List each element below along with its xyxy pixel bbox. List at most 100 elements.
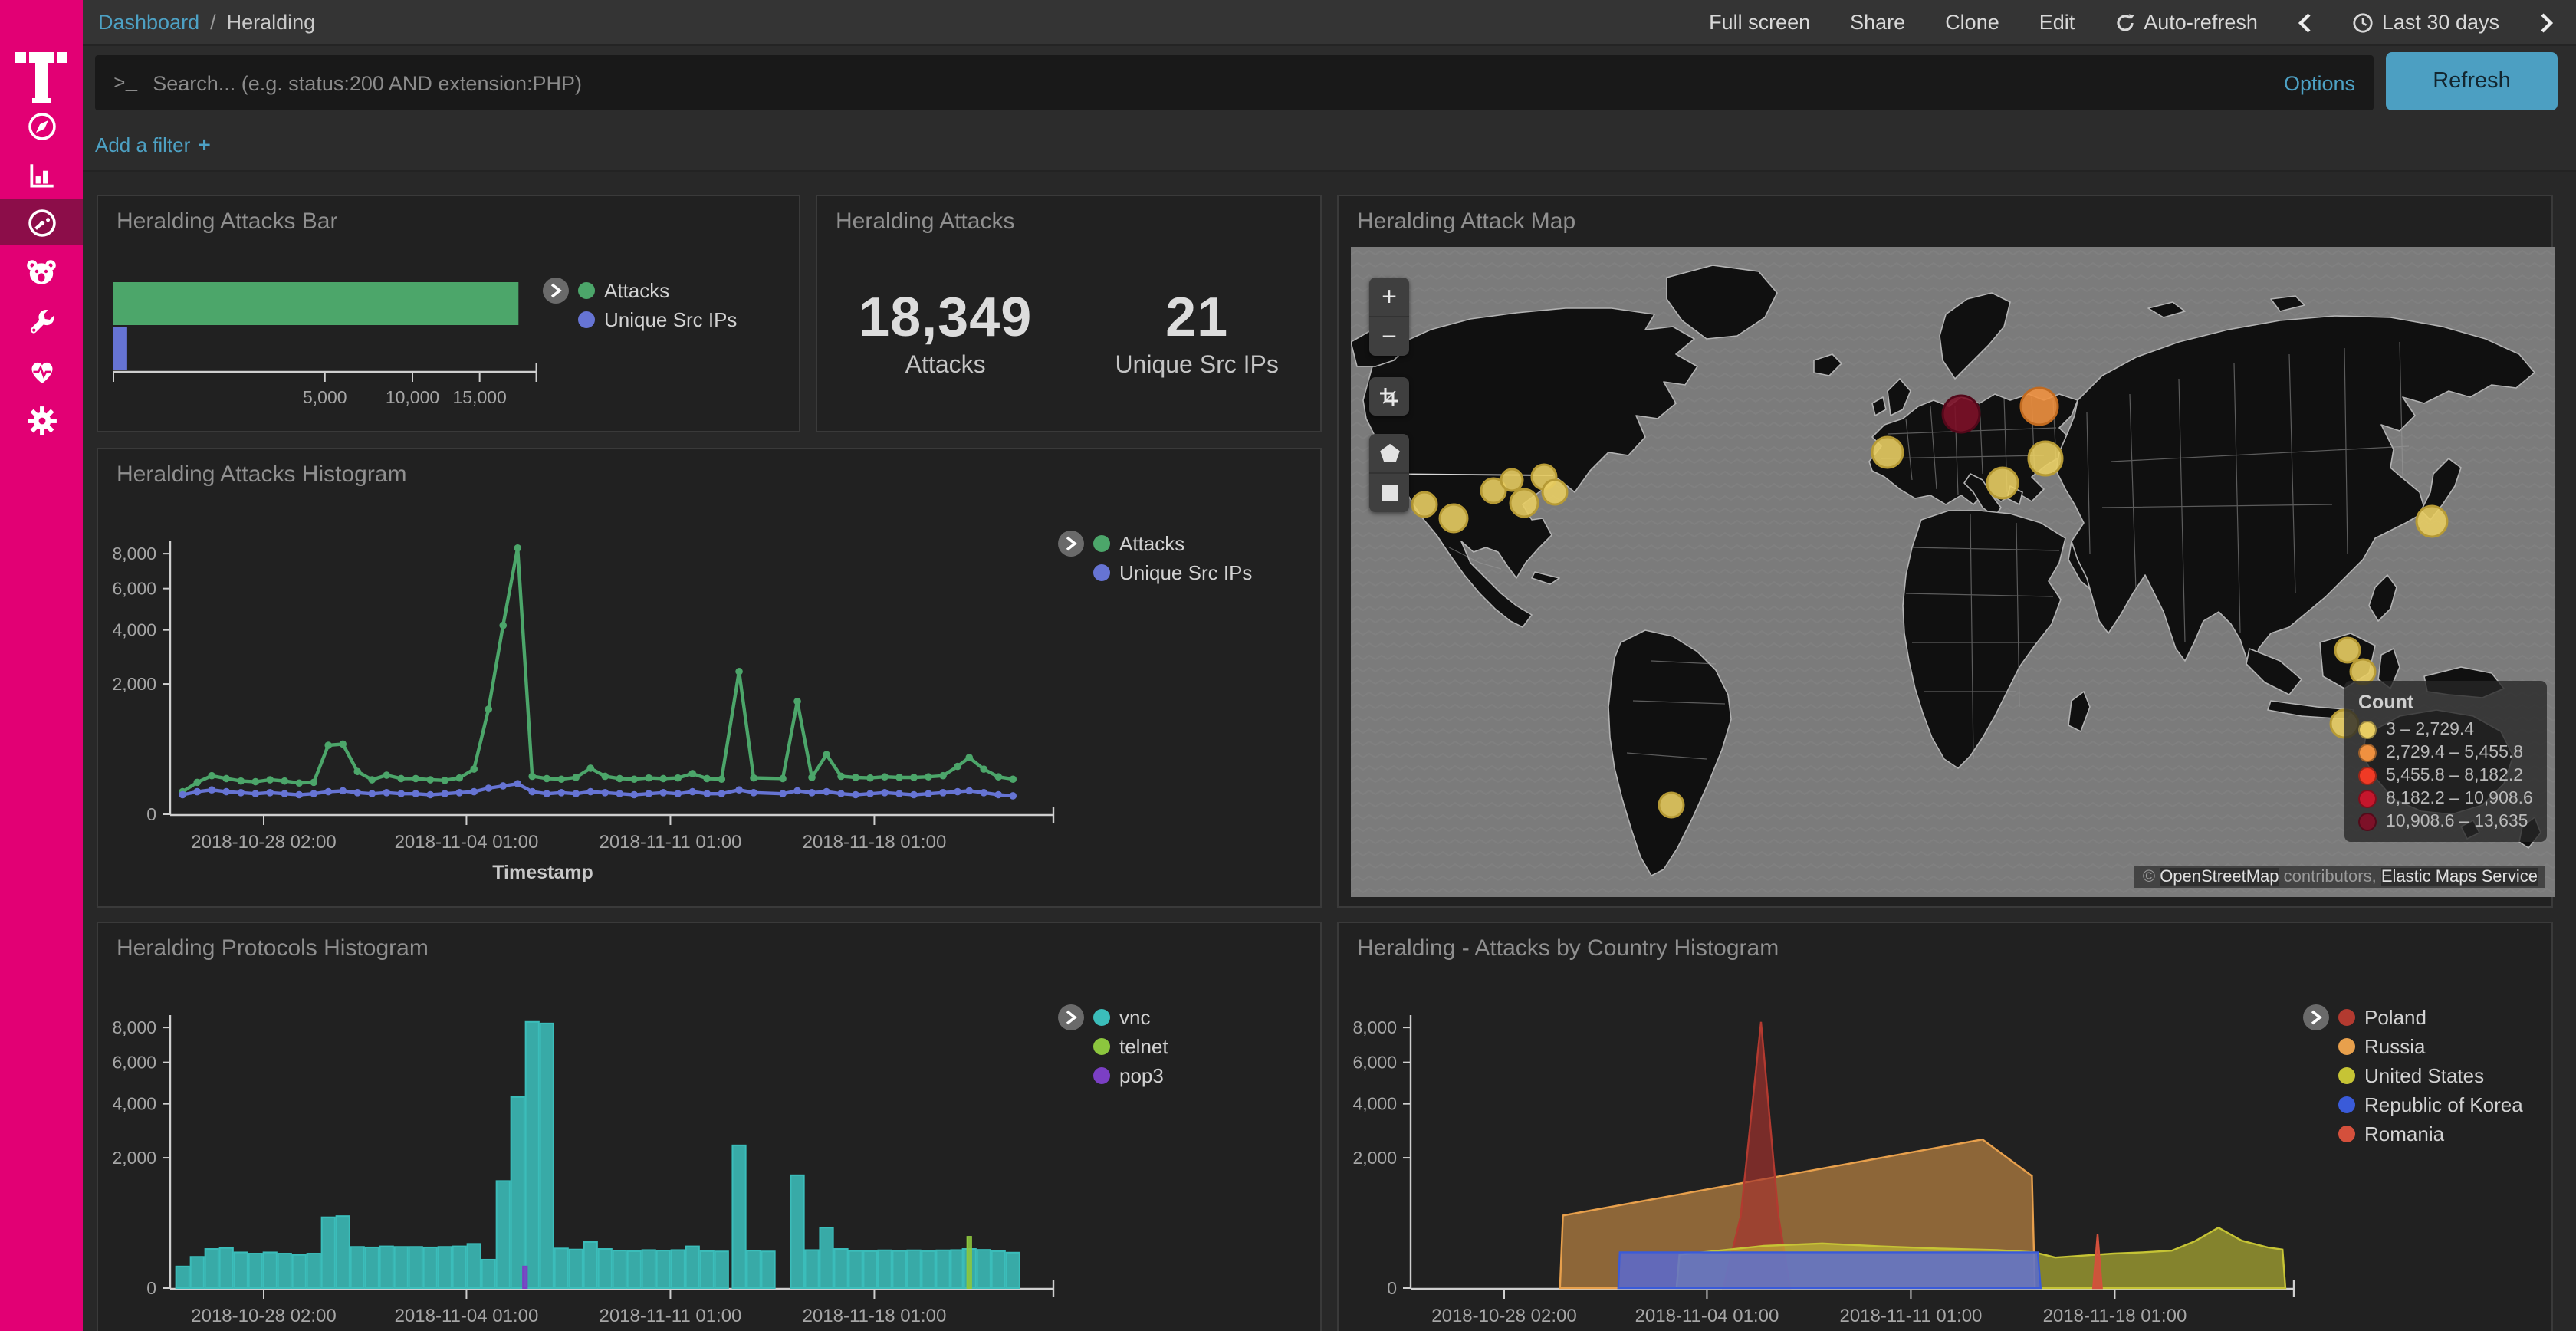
refresh-button[interactable]: Refresh <box>2386 52 2558 110</box>
time-range-picker[interactable]: Last 30 days <box>2353 11 2499 34</box>
map-legend-label: 8,182.2 – 10,908.6 <box>2386 790 2533 808</box>
legend-item[interactable]: Romania <box>2338 1122 2523 1145</box>
sidebar-item-management[interactable] <box>0 396 83 445</box>
map-legend-color-dot <box>2358 721 2377 739</box>
legend-label: Attacks <box>1119 532 1184 555</box>
sidebar-item-monitoring[interactable] <box>0 347 83 396</box>
attack-marker[interactable] <box>1440 504 1467 532</box>
edit-button[interactable]: Edit <box>2039 11 2075 34</box>
legend-item[interactable]: Attacks <box>578 279 737 302</box>
attack-marker[interactable] <box>2029 442 2062 475</box>
attacks-histogram-chart[interactable]: 02,0004,0006,0008,0002018-10-28 02:00201… <box>98 449 1320 906</box>
attack-marker[interactable] <box>1412 492 1437 517</box>
legend-item[interactable]: pop3 <box>1093 1064 1168 1087</box>
legend-color-dot <box>1093 1009 1110 1026</box>
legend-item[interactable]: Russia <box>2338 1035 2523 1058</box>
map-attribution: © OpenStreetMap contributors, Elastic Ma… <box>2135 866 2545 888</box>
attack-marker[interactable] <box>1543 480 1567 504</box>
panel-country-histogram: Heralding - Attacks by Country Histogram… <box>1337 922 2553 1331</box>
breadcrumb-separator: / <box>210 11 216 34</box>
legend-toggle-button[interactable] <box>543 278 569 304</box>
legend-color-dot <box>2338 1038 2355 1055</box>
sidebar-item-devtools[interactable] <box>0 297 83 347</box>
legend-toggle-button[interactable] <box>2303 1004 2329 1030</box>
elastic-maps-link[interactable]: Elastic Maps Service <box>2381 868 2538 886</box>
breadcrumb-dashboard-link[interactable]: Dashboard <box>98 11 199 34</box>
attack-marker[interactable] <box>1510 489 1538 517</box>
legend-item[interactable]: Attacks <box>1093 532 1252 555</box>
time-back-button[interactable] <box>2298 12 2313 33</box>
legend: Attacks Unique Src IPs <box>1058 532 1252 584</box>
svg-text:2018-10-28 02:00: 2018-10-28 02:00 <box>1431 1306 1577 1326</box>
share-button[interactable]: Share <box>1850 11 1905 34</box>
attack-marker[interactable] <box>1659 793 1684 817</box>
map-legend-color-dot <box>2358 767 2377 785</box>
sidebar-item-discover[interactable] <box>0 101 83 150</box>
time-forward-button[interactable] <box>2539 12 2555 33</box>
svg-text:2018-11-18 01:00: 2018-11-18 01:00 <box>803 1306 947 1326</box>
sidebar-item-dashboard[interactable] <box>0 199 83 245</box>
legend: Attacks Unique Src IPs <box>543 279 737 331</box>
sidebar-item-tpot[interactable] <box>0 248 83 297</box>
legend-color-dot <box>2338 1126 2355 1142</box>
protocols-histogram-chart[interactable]: 02,0004,0006,0008,0002018-10-28 02:00201… <box>98 923 1320 1331</box>
attack-marker[interactable] <box>1501 469 1523 491</box>
legend-color-dot <box>1093 1067 1110 1084</box>
search-input[interactable]: >_ Search... (e.g. status:200 AND extens… <box>95 55 2374 110</box>
chevron-left-icon <box>2298 12 2313 33</box>
map-draw-controls <box>1369 434 1409 512</box>
legend-label: Russia <box>2364 1035 2426 1058</box>
world-map[interactable]: + − Count <box>1351 247 2555 897</box>
legend-toggle-button[interactable] <box>1058 1004 1084 1030</box>
compass-icon <box>25 110 58 142</box>
legend-label: pop3 <box>1119 1064 1164 1087</box>
svg-text:2018-10-28 02:00: 2018-10-28 02:00 <box>191 1306 337 1326</box>
legend-item[interactable]: Unique Src IPs <box>1093 561 1252 584</box>
panel-title: Heralding Protocols Histogram <box>117 935 429 961</box>
add-filter-link[interactable]: Add a filter+ <box>95 132 211 156</box>
zoom-out-button[interactable]: − <box>1369 317 1409 356</box>
attack-marker[interactable] <box>1943 396 1980 432</box>
legend-item[interactable]: Republic of Korea <box>2338 1093 2523 1116</box>
svg-text:2018-11-04 01:00: 2018-11-04 01:00 <box>395 1306 539 1326</box>
draw-polygon-button[interactable] <box>1369 434 1409 474</box>
attack-marker[interactable] <box>1987 468 2018 498</box>
attack-marker[interactable] <box>2335 638 2360 662</box>
svg-text:4,000: 4,000 <box>112 620 156 640</box>
legend-item[interactable]: Poland <box>2338 1006 2523 1029</box>
chevron-right-icon <box>2539 12 2555 33</box>
heartbeat-icon <box>25 355 58 387</box>
legend-item[interactable]: United States <box>2338 1064 2523 1087</box>
terminal-prompt-icon: >_ <box>113 71 137 94</box>
auto-refresh-button[interactable]: Auto-refresh <box>2114 11 2258 34</box>
zoom-in-button[interactable]: + <box>1369 278 1409 317</box>
legend: Poland Russia United States Republic of Kor… <box>2303 1006 2523 1145</box>
crop-bounds-button[interactable] <box>1369 377 1409 416</box>
legend-item[interactable]: telnet <box>1093 1035 1168 1058</box>
legend-item[interactable]: Unique Src IPs <box>578 308 737 331</box>
metric-label: Attacks <box>859 353 1032 380</box>
sidebar-item-visualize[interactable] <box>0 150 83 199</box>
metric-value: 18,349 <box>859 285 1032 350</box>
svg-text:2018-11-11 01:00: 2018-11-11 01:00 <box>1839 1306 1982 1326</box>
draw-rectangle-button[interactable] <box>1369 474 1409 512</box>
attacks-bar-chart[interactable]: 5,00010,00015,000 <box>104 227 564 426</box>
svg-text:15,000: 15,000 <box>452 387 506 407</box>
svg-text:2018-11-04 01:00: 2018-11-04 01:00 <box>1635 1306 1779 1326</box>
options-link[interactable]: Options <box>2284 71 2355 94</box>
top-navbar: Dashboard / Heralding Full screen Share … <box>83 0 2576 46</box>
map-legend-color-dot <box>2358 813 2377 831</box>
legend-toggle-button[interactable] <box>1058 531 1084 557</box>
attack-marker[interactable] <box>1872 437 1903 468</box>
panel-attacks-bar: Heralding Attacks Bar 5,00010,00015,000 … <box>97 195 800 432</box>
map-legend-color-dot <box>2358 790 2377 808</box>
map-legend-item: 5,455.8 – 8,182.2 <box>2358 767 2533 785</box>
legend-item[interactable]: vnc <box>1093 1006 1168 1029</box>
clone-button[interactable]: Clone <box>1945 11 1999 34</box>
attack-marker[interactable] <box>2417 506 2447 537</box>
openstreetmap-link[interactable]: OpenStreetMap <box>2160 868 2279 886</box>
legend-label: Attacks <box>604 279 669 302</box>
full-screen-button[interactable]: Full screen <box>1709 11 1810 34</box>
legend-label: Poland <box>2364 1006 2426 1029</box>
attack-marker[interactable] <box>2021 388 2058 425</box>
